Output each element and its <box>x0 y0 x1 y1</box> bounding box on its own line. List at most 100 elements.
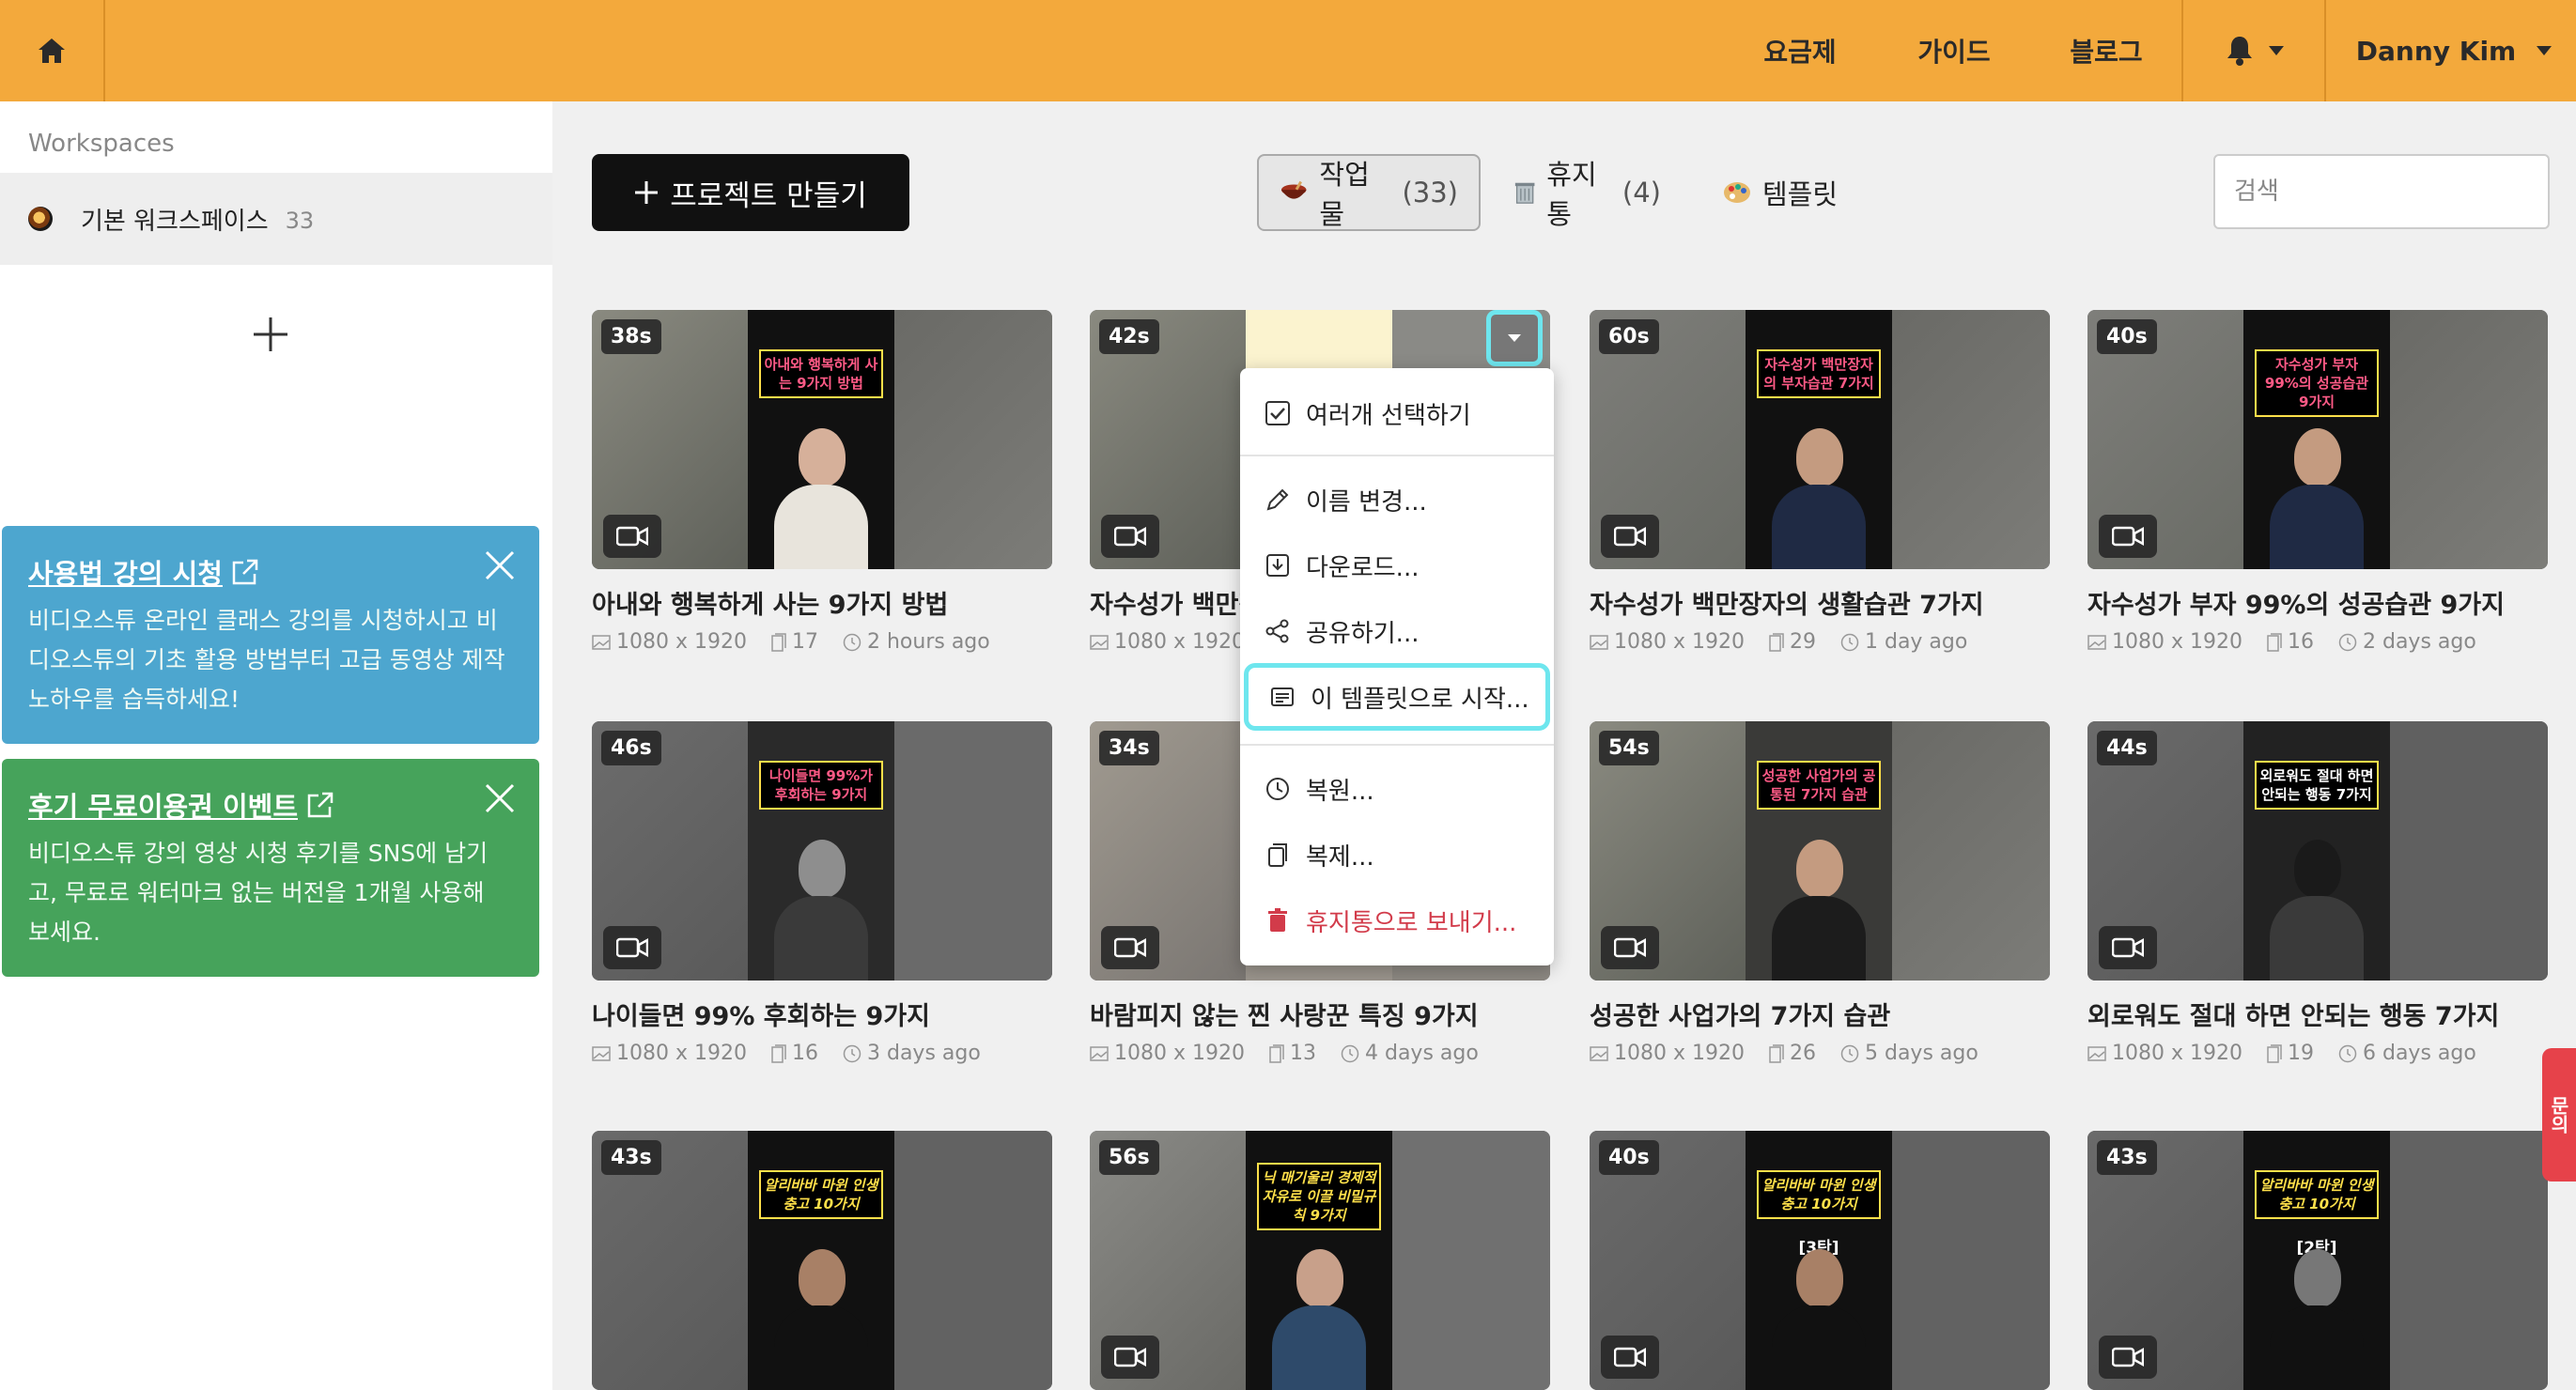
card-thumbnail[interactable]: 알리바바 마윈 인생충고 10가지 [2탄] 43s <box>2087 1131 2548 1390</box>
image-size-icon <box>1090 634 1109 650</box>
image-size-icon <box>1590 1045 1608 1061</box>
project-card[interactable]: 자수성가 백만장자의 부자습관 7가지 60s 자수성가 백만장자의 생활습관 … <box>1590 310 2050 654</box>
duration-badge: 56s <box>1099 1140 1159 1175</box>
caret-down-icon <box>2537 46 2553 55</box>
menu-item-share[interactable]: 공유하기... <box>1240 603 1554 659</box>
menu-item-download[interactable]: 다운로드... <box>1240 537 1554 594</box>
inquiry-tab[interactable]: 문의 <box>2542 1048 2576 1182</box>
card-title[interactable]: 외로워도 절대 하면 안되는 행동 7가지 <box>2087 996 2548 1032</box>
create-project-button[interactable]: 프로젝트 만들기 <box>592 154 909 231</box>
person-image <box>1772 840 1866 981</box>
home-button[interactable] <box>0 0 105 101</box>
clock-icon <box>2338 633 2357 651</box>
menu-item-move-to-trash[interactable]: 휴지통으로 보내기... <box>1240 892 1554 949</box>
close-icon[interactable] <box>483 781 517 815</box>
sidebar: Workspaces 기본 워크스페이스 33 <box>0 101 552 1390</box>
card-thumbnail[interactable]: 닉 매기울리 경제적자유로 이끌 비밀규칙 9가지 56s <box>1090 1131 1550 1390</box>
card-thumbnail[interactable]: 자수성가 부자 99%의 성공습관 9가지 40s <box>2087 310 2548 569</box>
external-link-icon <box>232 559 258 585</box>
person-image <box>774 840 868 981</box>
trash-icon <box>1514 182 1535 204</box>
card-title[interactable]: 아내와 행복하게 사는 9가지 방법 <box>592 584 1052 621</box>
search-input[interactable] <box>2213 154 2550 229</box>
image-size-icon <box>592 1045 611 1061</box>
promo-tutorial-link[interactable]: 사용법 강의 시청 <box>28 552 513 592</box>
nav-blog[interactable]: 블로그 <box>2041 0 2172 101</box>
menu-item-rename[interactable]: 이름 변경... <box>1240 471 1554 528</box>
card-title[interactable]: 자수성가 부자 99%의 성공습관 9가지 <box>2087 584 2548 621</box>
duration-badge: 46s <box>601 731 661 765</box>
person-image <box>2270 1249 2364 1390</box>
template-icon <box>1271 687 1294 706</box>
workspace-name: 기본 워크스페이스 <box>81 207 269 236</box>
user-menu[interactable]: Danny Kim <box>2341 0 2567 101</box>
promo-review-link[interactable]: 후기 무료이용권 이벤트 <box>28 785 513 825</box>
menu-item-multi-select[interactable]: 여러개 선택하기 <box>1240 385 1554 441</box>
video-icon <box>1101 515 1159 558</box>
card-thumbnail[interactable]: 아내와 행복하게 사는 9가지 방법 38s <box>592 310 1052 569</box>
project-card[interactable]: 알리바바 마윈 인생충고 10가지 [3탄] 40s <box>1590 1131 2050 1390</box>
project-card[interactable]: 닉 매기울리 경제적자유로 이끌 비밀규칙 9가지 56s <box>1090 1131 1550 1390</box>
video-icon <box>603 515 661 558</box>
menu-item-start-from-template[interactable]: 이 템플릿으로 시작... <box>1244 663 1550 731</box>
poster: 나이들면 99%가 후회하는 9가지 <box>748 721 894 981</box>
tab-trash[interactable]: 휴지통 (4) <box>1494 154 1682 231</box>
palette-icon <box>1724 182 1750 203</box>
workspace-item[interactable]: 기본 워크스페이스 33 <box>0 173 552 265</box>
poster: 닉 매기울리 경제적자유로 이끌 비밀규칙 9가지 <box>1246 1131 1392 1390</box>
tab-templates[interactable]: 템플릿 <box>1702 154 1862 231</box>
nav-guide[interactable]: 가이드 <box>1888 0 2020 101</box>
card-thumbnail[interactable]: 성공한 사업가의 공통된 7가지 습관 54s <box>1590 721 2050 981</box>
card-thumbnail[interactable]: 자수성가 백만장자의 부자습관 7가지 60s <box>1590 310 2050 569</box>
card-meta: 1080 x 1920 16 3 days ago <box>592 1042 1052 1065</box>
duration-badge: 43s <box>601 1140 661 1175</box>
card-thumbnail[interactable]: 알리바바 마윈 인생충고 10가지 43s <box>592 1131 1052 1390</box>
project-card[interactable]: 알리바바 마윈 인생충고 10가지 [2탄] 43s <box>2087 1131 2548 1390</box>
nav-pricing[interactable]: 요금제 <box>1734 0 1866 101</box>
card-menu-button[interactable] <box>1486 310 1543 366</box>
video-icon <box>2099 1336 2157 1379</box>
notifications-button[interactable] <box>2198 0 2311 101</box>
project-card[interactable]: 나이들면 99%가 후회하는 9가지 46s 나이들면 99% 후회하는 9가지… <box>592 721 1052 1065</box>
share-icon <box>1265 619 1289 643</box>
menu-divider <box>1240 744 1554 746</box>
card-title[interactable]: 나이들면 99% 후회하는 9가지 <box>592 996 1052 1032</box>
user-name: Danny Kim <box>2355 35 2517 67</box>
poster: 성공한 사업가의 공통된 7가지 습관 <box>1746 721 1892 981</box>
project-card[interactable]: 아내와 행복하게 사는 9가지 방법 38s 아내와 행복하게 사는 9가지 방… <box>592 310 1052 654</box>
card-meta: 1080 x 1920 29 1 day ago <box>1590 630 2050 654</box>
pages-icon <box>1769 1043 1784 1063</box>
plus-icon <box>254 317 287 351</box>
bowl-icon <box>1280 180 1307 199</box>
card-thumbnail[interactable]: 나이들면 99%가 후회하는 9가지 46s <box>592 721 1052 981</box>
card-title[interactable]: 바람피지 않는 찐 사랑꾼 특징 9가지 <box>1090 996 1550 1032</box>
card-context-menu: 여러개 선택하기 이름 변경... 다운로드... 공유하기... 이 템플릿으… <box>1240 368 1554 965</box>
person-image <box>774 428 868 569</box>
pencil-icon <box>1266 488 1289 511</box>
duration-badge: 34s <box>1099 731 1159 765</box>
video-icon <box>1101 926 1159 969</box>
caret-down-icon <box>1508 334 1521 342</box>
project-card[interactable]: 외로워도 절대 하면 안되는 행동 7가지 44s 외로워도 절대 하면 안되는… <box>2087 721 2548 1065</box>
project-card[interactable]: 성공한 사업가의 공통된 7가지 습관 54s 성공한 사업가의 7가지 습관 … <box>1590 721 2050 1065</box>
pages-icon <box>1769 632 1784 652</box>
project-card[interactable]: 알리바바 마윈 인생충고 10가지 43s <box>592 1131 1052 1390</box>
video-icon <box>2099 515 2157 558</box>
card-title[interactable]: 자수성가 백만장자의 생활습관 7가지 <box>1590 584 2050 621</box>
add-workspace-button[interactable] <box>246 310 295 359</box>
poster: 자수성가 부자 99%의 성공습관 9가지 <box>2243 310 2390 569</box>
project-card[interactable]: 자수성가 부자 99%의 성공습관 9가지 40s 자수성가 부자 99%의 성… <box>2087 310 2548 654</box>
duration-badge: 42s <box>1099 319 1159 354</box>
clock-icon <box>843 1044 861 1062</box>
promo-review-event: 후기 무료이용권 이벤트 비디오스튜 강의 영상 시청 후기를 SNS에 남기고… <box>2 759 539 977</box>
card-thumbnail[interactable]: 외로워도 절대 하면 안되는 행동 7가지 44s <box>2087 721 2548 981</box>
menu-item-restore[interactable]: 복원... <box>1240 761 1554 817</box>
menu-item-duplicate[interactable]: 복제... <box>1240 826 1554 883</box>
tab-works[interactable]: 작업물 (33) <box>1257 154 1481 231</box>
close-icon[interactable] <box>483 548 517 582</box>
card-title[interactable]: 성공한 사업가의 7가지 습관 <box>1590 996 2050 1032</box>
checkbox-icon <box>1265 401 1290 425</box>
image-size-icon <box>2087 1045 2106 1061</box>
clock-icon <box>2338 1044 2357 1062</box>
card-thumbnail[interactable]: 알리바바 마윈 인생충고 10가지 [3탄] 40s <box>1590 1131 2050 1390</box>
